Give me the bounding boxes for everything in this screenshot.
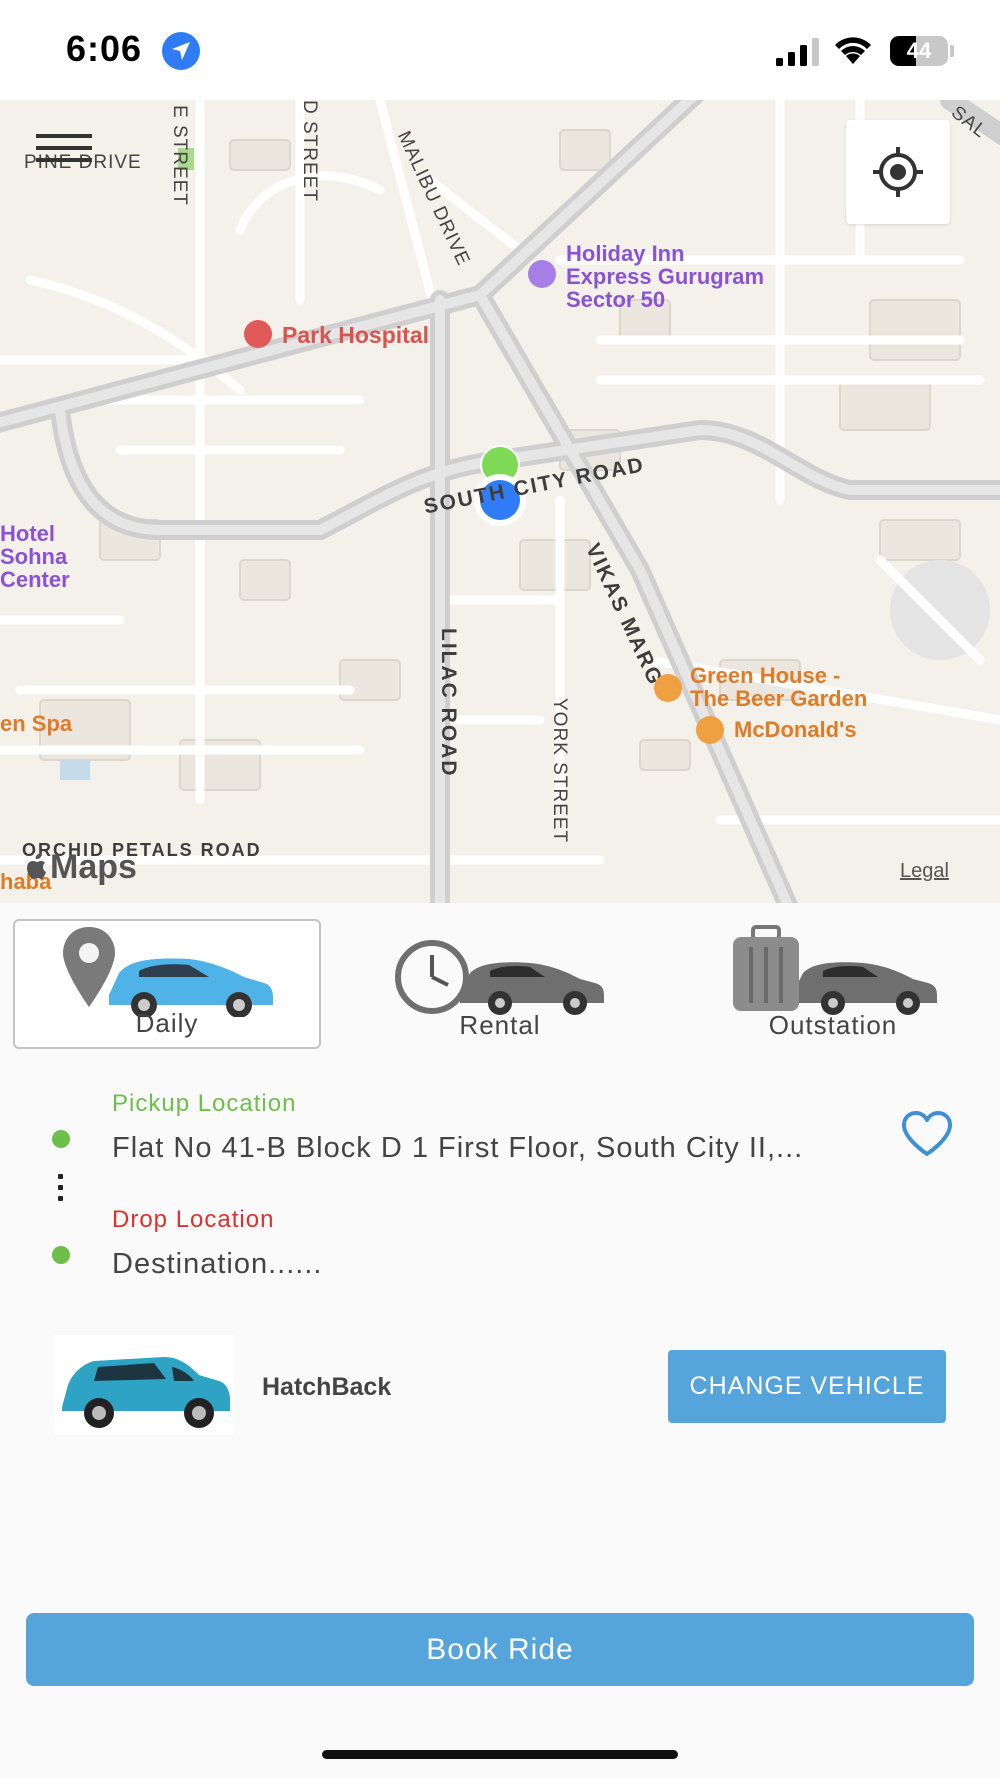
ride-tab-daily[interactable]: Daily bbox=[13, 919, 321, 1049]
street-label-d-street: D STREET bbox=[299, 100, 320, 202]
connector-dot bbox=[58, 1174, 63, 1179]
street-label-e-street: E STREET bbox=[169, 105, 190, 206]
drop-dot-icon bbox=[52, 1246, 70, 1264]
pickup-dot-icon bbox=[52, 1130, 70, 1148]
road-label-lilac-road: LILAC ROAD bbox=[437, 628, 460, 778]
ride-tab-label: Daily bbox=[135, 1008, 199, 1038]
vehicle-row: HatchBack CHANGE VEHICLE bbox=[0, 1335, 1000, 1445]
hotel-icon bbox=[528, 260, 556, 288]
ride-tab-rental[interactable]: Rental bbox=[346, 919, 654, 1049]
location-services-icon bbox=[162, 32, 200, 70]
drop-location-field[interactable]: Destination...... bbox=[112, 1248, 322, 1281]
change-vehicle-button[interactable]: CHANGE VEHICLE bbox=[668, 1350, 946, 1423]
crosshair-icon bbox=[873, 147, 923, 197]
home-indicator[interactable] bbox=[322, 1750, 678, 1759]
apple-logo-icon bbox=[27, 853, 46, 879]
apple-maps-logo: Maps bbox=[26, 848, 137, 887]
location-panel: Pickup Location Flat No 41-B Block D 1 F… bbox=[0, 1090, 1000, 1310]
heart-outline-icon[interactable] bbox=[900, 1110, 954, 1158]
status-bar: 6:06 44 bbox=[0, 0, 1000, 100]
wifi-icon bbox=[835, 37, 871, 64]
poi-holiday-inn[interactable]: Holiday Inn Express Gurugram Sector 50 bbox=[566, 242, 764, 311]
clock-car-icon bbox=[395, 940, 604, 1015]
cellular-signal-icon bbox=[776, 38, 819, 66]
battery-icon: 44 bbox=[890, 36, 948, 66]
street-label-york-street: YORK STREET bbox=[549, 698, 570, 844]
luggage-car-icon bbox=[733, 925, 937, 1015]
recenter-location-button[interactable] bbox=[846, 120, 950, 224]
vehicle-image bbox=[54, 1335, 234, 1435]
poi-mcdonalds[interactable]: McDonald's bbox=[734, 718, 857, 741]
location-pin-car-icon bbox=[63, 927, 273, 1017]
ride-type-selector: Daily Rental Outstation bbox=[0, 903, 1000, 1053]
route-connector bbox=[58, 1174, 64, 1207]
book-ride-button[interactable]: Book Ride bbox=[26, 1613, 974, 1686]
battery-cap bbox=[950, 45, 954, 57]
pickup-label: Pickup Location bbox=[112, 1090, 297, 1117]
status-time: 6:06 bbox=[66, 28, 143, 69]
map-view[interactable]: PINE DRIVE E STREET D STREET MALIBU DRIV… bbox=[0, 100, 1000, 903]
hospital-icon bbox=[244, 320, 272, 348]
poi-en-spa[interactable]: en Spa bbox=[0, 712, 72, 735]
poi-park-hospital[interactable]: Park Hospital bbox=[282, 322, 429, 349]
ride-tab-label: Rental bbox=[459, 1010, 541, 1040]
battery-level: 44 bbox=[906, 38, 932, 63]
drop-label: Drop Location bbox=[112, 1206, 275, 1233]
ride-tab-label: Outstation bbox=[768, 1010, 898, 1040]
fastfood-icon bbox=[696, 716, 724, 744]
poi-green-house[interactable]: Green House - The Beer Garden bbox=[690, 664, 867, 710]
connector-dot bbox=[58, 1185, 63, 1190]
poi-hotel-sohna[interactable]: Hotel Sohna Center bbox=[0, 522, 70, 591]
menu-button[interactable] bbox=[36, 134, 92, 174]
hamburger-icon-bar bbox=[36, 134, 92, 138]
legal-link[interactable]: Legal bbox=[900, 860, 949, 883]
hamburger-icon-bar bbox=[36, 146, 92, 150]
vehicle-name: HatchBack bbox=[262, 1373, 392, 1401]
ride-tab-outstation[interactable]: Outstation bbox=[679, 919, 987, 1049]
maps-logo-text: Maps bbox=[50, 848, 137, 886]
pickup-location-field[interactable]: Flat No 41-B Block D 1 First Floor, Sout… bbox=[112, 1132, 803, 1165]
food-icon bbox=[654, 674, 682, 702]
connector-dot bbox=[58, 1196, 63, 1201]
hamburger-icon-bar bbox=[36, 158, 92, 162]
